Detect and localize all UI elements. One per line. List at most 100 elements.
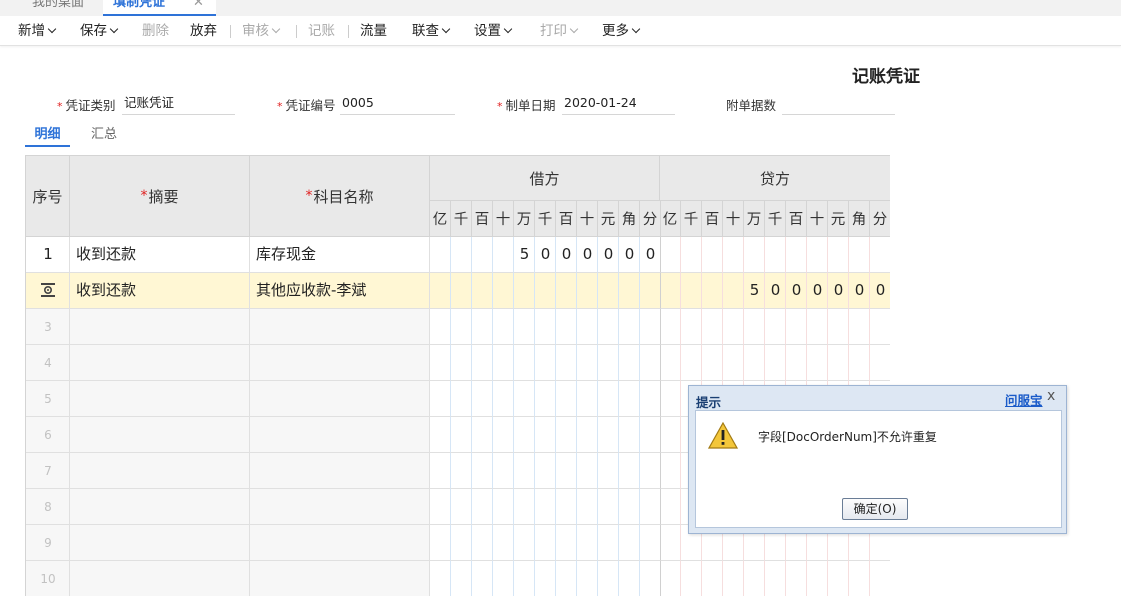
debit-digit-cell[interactable] xyxy=(430,345,451,381)
debit-digit-cell[interactable] xyxy=(598,417,619,453)
debit-digit-cell[interactable] xyxy=(640,381,661,417)
debit-digit-cell[interactable] xyxy=(640,453,661,489)
credit-digit-cell[interactable] xyxy=(702,309,723,345)
table-cell-sum[interactable] xyxy=(70,525,250,561)
debit-digit-cell[interactable] xyxy=(535,417,556,453)
credit-digit-cell[interactable] xyxy=(786,309,807,345)
tab-my-desktop[interactable]: 我的桌面 xyxy=(32,0,84,15)
voucher-date-field[interactable]: 2020-01-24 xyxy=(562,93,675,115)
debit-digit-cell[interactable] xyxy=(598,381,619,417)
credit-digit-cell[interactable] xyxy=(723,345,744,381)
credit-digit-cell[interactable] xyxy=(765,237,786,273)
credit-digit-cell[interactable] xyxy=(681,309,702,345)
debit-digit-cell[interactable] xyxy=(514,381,535,417)
debit-digit-cell[interactable] xyxy=(598,525,619,561)
debit-digit-cell[interactable] xyxy=(535,345,556,381)
credit-digit-cell[interactable] xyxy=(660,237,681,273)
debit-digit-cell[interactable] xyxy=(430,489,451,525)
table-cell-acc[interactable] xyxy=(250,417,430,453)
toolbar-button-8[interactable]: 设置 xyxy=(474,23,513,39)
toolbar-button-7[interactable]: 联查 xyxy=(412,23,451,39)
debit-digit-cell[interactable] xyxy=(577,273,598,309)
debit-digit-cell[interactable] xyxy=(493,381,514,417)
debit-digit-cell[interactable] xyxy=(493,489,514,525)
credit-digit-cell[interactable] xyxy=(807,345,828,381)
debit-digit-cell[interactable] xyxy=(514,273,535,309)
debit-digit-cell[interactable] xyxy=(577,381,598,417)
ok-button[interactable]: 确定(O) xyxy=(842,498,908,520)
debit-digit-cell[interactable] xyxy=(640,525,661,561)
debit-digit-cell[interactable] xyxy=(535,489,556,525)
toolbar-button-3[interactable]: 放弃 xyxy=(190,23,217,39)
table-cell-sum[interactable] xyxy=(70,489,250,525)
debit-digit-cell[interactable] xyxy=(556,489,577,525)
credit-digit-cell[interactable] xyxy=(807,309,828,345)
debit-digit-cell[interactable] xyxy=(577,525,598,561)
debit-digit-cell[interactable] xyxy=(430,453,451,489)
credit-digit-cell[interactable] xyxy=(723,309,744,345)
debit-digit-cell[interactable] xyxy=(598,489,619,525)
debit-digit-cell[interactable] xyxy=(493,273,514,309)
debit-digit-cell[interactable] xyxy=(535,381,556,417)
subtab-summary[interactable]: 汇总 xyxy=(91,123,117,142)
debit-digit-cell[interactable] xyxy=(430,525,451,561)
debit-digit-cell[interactable] xyxy=(451,417,472,453)
debit-digit-cell[interactable] xyxy=(493,453,514,489)
credit-digit-cell[interactable] xyxy=(849,345,870,381)
debit-digit-cell[interactable] xyxy=(577,489,598,525)
credit-digit-cell[interactable] xyxy=(744,309,765,345)
credit-digit-cell[interactable] xyxy=(723,237,744,273)
table-cell-acc[interactable] xyxy=(250,345,430,381)
toolbar-button-1[interactable]: 保存 xyxy=(80,23,119,39)
debit-digit-cell[interactable] xyxy=(514,309,535,345)
credit-digit-cell[interactable] xyxy=(744,237,765,273)
debit-digit-cell[interactable] xyxy=(556,453,577,489)
credit-digit-cell[interactable] xyxy=(660,417,681,453)
credit-digit-cell[interactable] xyxy=(702,237,723,273)
debit-digit-cell[interactable] xyxy=(640,489,661,525)
credit-digit-cell[interactable] xyxy=(660,453,681,489)
credit-digit-cell[interactable] xyxy=(660,345,681,381)
dialog-close-button[interactable]: x xyxy=(1047,388,1055,404)
credit-digit-cell[interactable] xyxy=(828,237,849,273)
debit-digit-cell[interactable] xyxy=(472,453,493,489)
debit-digit-cell[interactable] xyxy=(451,237,472,273)
credit-digit-cell[interactable] xyxy=(849,309,870,345)
debit-digit-cell[interactable] xyxy=(535,309,556,345)
debit-digit-cell[interactable] xyxy=(577,417,598,453)
debit-digit-cell[interactable] xyxy=(598,345,619,381)
debit-digit-cell[interactable] xyxy=(514,525,535,561)
credit-digit-cell[interactable] xyxy=(702,345,723,381)
credit-digit-cell[interactable] xyxy=(828,309,849,345)
debit-digit-cell[interactable] xyxy=(451,273,472,309)
debit-digit-cell[interactable] xyxy=(619,381,640,417)
debit-digit-cell[interactable] xyxy=(451,489,472,525)
close-icon[interactable]: ✕ xyxy=(193,0,204,10)
debit-digit-cell[interactable] xyxy=(598,273,619,309)
credit-digit-cell[interactable] xyxy=(849,237,870,273)
debit-digit-cell[interactable] xyxy=(577,309,598,345)
debit-digit-cell[interactable] xyxy=(514,345,535,381)
table-cell-acc[interactable] xyxy=(250,489,430,525)
debit-digit-cell[interactable] xyxy=(598,453,619,489)
credit-digit-cell[interactable] xyxy=(660,273,681,309)
debit-digit-cell[interactable] xyxy=(640,273,661,309)
table-cell-acc[interactable] xyxy=(250,525,430,561)
debit-digit-cell[interactable] xyxy=(472,381,493,417)
debit-digit-cell[interactable] xyxy=(430,309,451,345)
debit-digit-cell[interactable] xyxy=(430,417,451,453)
toolbar-button-10[interactable]: 更多 xyxy=(602,23,641,39)
table-cell-sum[interactable] xyxy=(70,381,250,417)
debit-digit-cell[interactable] xyxy=(556,381,577,417)
table-cell-acc[interactable] xyxy=(250,309,430,345)
credit-digit-cell[interactable] xyxy=(786,237,807,273)
credit-digit-cell[interactable] xyxy=(870,345,890,381)
toolbar-button-0[interactable]: 新增 xyxy=(18,23,57,39)
debit-digit-cell[interactable] xyxy=(430,381,451,417)
debit-digit-cell[interactable] xyxy=(577,345,598,381)
debit-digit-cell[interactable] xyxy=(640,345,661,381)
debit-digit-cell[interactable] xyxy=(472,309,493,345)
credit-digit-cell[interactable] xyxy=(870,309,890,345)
subtab-detail[interactable]: 明细 xyxy=(25,123,70,147)
debit-digit-cell[interactable] xyxy=(619,309,640,345)
